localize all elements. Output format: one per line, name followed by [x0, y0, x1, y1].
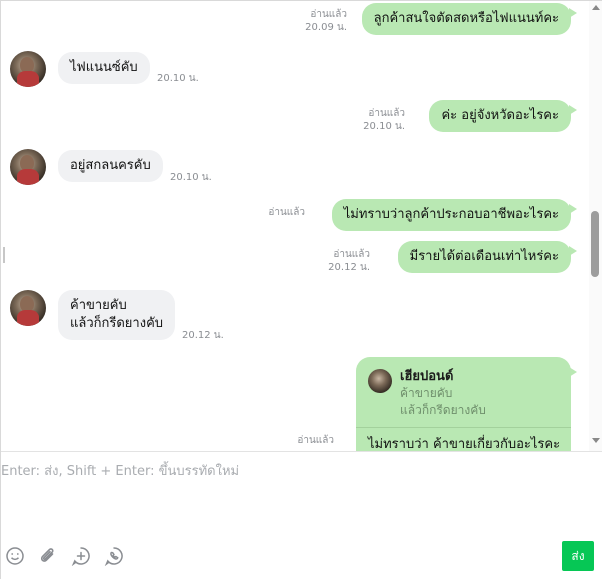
read-receipt: อ่านแล้ว [268, 207, 305, 218]
scroll-up-arrow-icon[interactable] [592, 5, 600, 10]
send-button[interactable]: ส่ง [562, 541, 594, 571]
scrollbar-thumb[interactable] [591, 211, 599, 277]
plus-circle-icon[interactable] [71, 546, 91, 566]
outgoing-message[interactable]: ลูกค้าสนใจตัดสดหรือไฟแนนท์คะ [361, 3, 578, 35]
read-receipt: อ่านแล้ว [297, 435, 334, 446]
paperclip-icon[interactable] [38, 546, 58, 566]
message-input[interactable] [1, 460, 591, 530]
message-text: ไฟแนนซ์คับ [70, 60, 138, 75]
quoted-sender-name: เฮียปอนด์ [400, 369, 454, 384]
scroll-down-arrow-icon[interactable] [592, 438, 600, 443]
message-meta: อ่านแล้ว 20.10 น. [363, 107, 405, 133]
quoted-text-line: แล้วก็กรีดยางคับ [400, 403, 486, 417]
chat-window: อ่านแล้ว 20.09 น. ลูกค้าสนใจตัดสดหรือไฟแ… [0, 0, 602, 579]
incoming-message[interactable]: อยู่สกลนครคับ [58, 150, 163, 182]
message-composer: ส่ง [1, 451, 602, 579]
message-text: ไม่ทราบว่า ค้าขายเกี่ยวกับอะไรคะ [368, 437, 561, 451]
message-time: 20.10 น. [170, 172, 212, 183]
quote-divider [356, 427, 571, 428]
message-list[interactable]: อ่านแล้ว 20.09 น. ลูกค้าสนใจตัดสดหรือไฟแ… [1, 1, 589, 451]
message-text: มีรายได้ต่อเดือนเท่าไหร่คะ [409, 249, 559, 264]
read-receipt: อ่านแล้ว [333, 249, 370, 260]
message-meta: อ่านแล้ว 20.09 น. [305, 8, 347, 34]
message-text: ค่ะ อยู่จังหวัดอะไรคะ [441, 108, 559, 123]
message-meta: อ่านแล้ว [268, 206, 305, 219]
message-time: 20.10 น. [363, 121, 405, 132]
read-receipt: อ่านแล้ว [310, 9, 347, 20]
message-text-line: ค้าขายคับ [70, 298, 127, 313]
reply-message[interactable]: เฮียปอนด์ ค้าขายคับ แล้วก็กรีดยางคับ ไม่… [356, 357, 577, 451]
message-text: ลูกค้าสนใจตัดสดหรือไฟแนนท์คะ [373, 11, 559, 26]
message-text-line: แล้วก็กรีดยางคับ [70, 316, 164, 331]
message-text: อยู่สกลนครคับ [70, 158, 151, 173]
message-time: 20.10 น. [157, 73, 199, 84]
message-time: 20.09 น. [305, 22, 347, 33]
incoming-message[interactable]: ค้าขายคับ แล้วก็กรีดยางคับ [58, 290, 176, 340]
message-text: ไม่ทราบว่าลูกค้าประกอบอาชีพอะไรคะ [343, 207, 559, 222]
message-time: 20.12 น. [182, 330, 224, 341]
resize-marker [3, 247, 5, 263]
outgoing-message[interactable]: ค่ะ อยู่จังหวัดอะไรคะ [429, 100, 577, 132]
contact-avatar[interactable] [10, 290, 46, 326]
read-receipt: อ่านแล้ว [368, 108, 405, 119]
smiley-icon[interactable] [5, 546, 25, 566]
incoming-message[interactable]: ไฟแนนซ์คับ [58, 52, 150, 84]
message-meta: อ่านแล้ว 20.12 น. [328, 248, 370, 274]
contact-avatar[interactable] [10, 51, 46, 87]
quoted-avatar [368, 369, 392, 393]
outgoing-message[interactable]: ไม่ทราบว่าลูกค้าประกอบอาชีพอะไรคะ [331, 199, 578, 231]
message-time: 20.12 น. [328, 262, 370, 273]
contact-avatar[interactable] [10, 149, 46, 185]
outgoing-message[interactable]: มีรายได้ต่อเดือนเท่าไหร่คะ [397, 241, 578, 273]
phone-bubble-icon[interactable] [104, 546, 124, 566]
